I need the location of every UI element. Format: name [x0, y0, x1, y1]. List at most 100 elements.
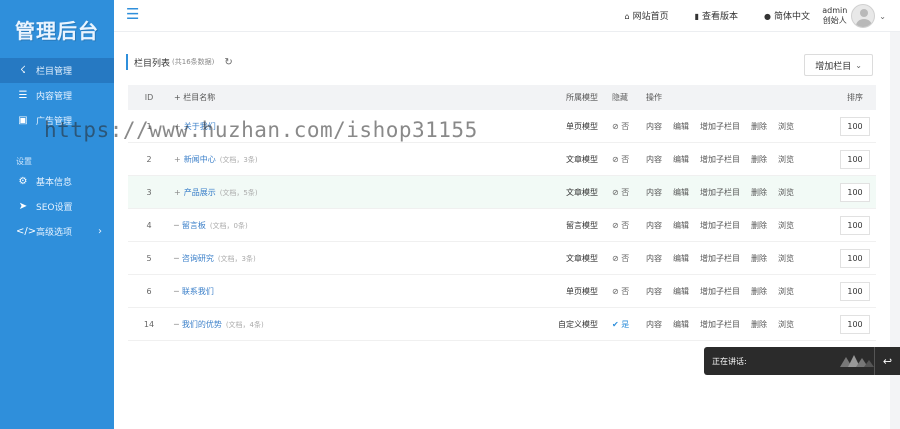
edit-link[interactable]: 编辑 [673, 187, 689, 198]
edit-link[interactable]: 编辑 [673, 220, 689, 231]
sidebar-item-advanced[interactable]: </> 高级选项 › [0, 219, 114, 244]
delete-link[interactable]: 删除 [751, 154, 767, 165]
expand-toggle[interactable]: ─ [174, 254, 179, 263]
expand-toggle[interactable]: ─ [174, 287, 179, 296]
edit-link[interactable]: 编辑 [673, 286, 689, 297]
expand-toggle[interactable]: ─ [174, 221, 179, 230]
add-subcolumn-link[interactable]: 增加子栏目 [700, 187, 740, 198]
row-actions: 内容 编辑 增加子栏目 删除 浏览 [644, 121, 834, 132]
sidebar-item-seo[interactable]: ➤ SEO设置 [0, 194, 114, 219]
browse-link[interactable]: 浏览 [778, 220, 794, 231]
refresh-icon[interactable]: ↻ [224, 57, 232, 68]
sidebar-item-label: 内容管理 [36, 92, 73, 102]
content-link[interactable]: 内容 [646, 253, 662, 264]
header-id: ID [144, 93, 154, 102]
content-link[interactable]: 内容 [646, 154, 662, 165]
delete-link[interactable]: 删除 [751, 121, 767, 132]
watermark: https://www.huzhan.com/ishop31155 [44, 118, 478, 142]
row-hidden-toggle[interactable]: ⊘ 否 [602, 286, 644, 297]
browse-link[interactable]: 浏览 [778, 286, 794, 297]
column-name-link[interactable]: 新闻中心 [184, 155, 216, 164]
edit-link[interactable]: 编辑 [673, 154, 689, 165]
column-name-link[interactable]: 我们的优势 [182, 320, 222, 329]
sidebar-item-basic-info[interactable]: ⚙ 基本信息 [0, 169, 114, 194]
delete-link[interactable]: 删除 [751, 286, 767, 297]
ban-icon: ⊘ [612, 286, 619, 296]
content-link[interactable]: 内容 [646, 319, 662, 330]
add-subcolumn-link[interactable]: 增加子栏目 [700, 319, 740, 330]
sidebar-item-content[interactable]: ☰ 内容管理 [0, 83, 114, 108]
row-hidden-toggle[interactable]: ⊘ 否 [602, 121, 644, 132]
sidebar-item-columns[interactable]: ☇ 栏目管理 [0, 58, 114, 83]
add-subcolumn-link[interactable]: 增加子栏目 [700, 121, 740, 132]
row-hidden-toggle[interactable]: ⊘ 否 [602, 187, 644, 198]
reply-icon[interactable]: ↩ [874, 347, 900, 375]
panel-header: 栏目列表 (共16条数据) ↻ [126, 54, 233, 70]
user-role: 创始人 [822, 16, 847, 25]
ban-icon: ⊘ [612, 187, 619, 197]
edit-link[interactable]: 编辑 [673, 253, 689, 264]
language-link[interactable]: ● 简体中文 [764, 9, 810, 22]
sort-order-input[interactable]: 100 [840, 215, 870, 235]
browse-link[interactable]: 浏览 [778, 154, 794, 165]
voice-chat-widget[interactable]: 正在讲话: ↩ [704, 347, 900, 375]
column-name-link[interactable]: 留言板 [182, 221, 206, 230]
sort-order-input[interactable]: 100 [840, 116, 870, 136]
version-link[interactable]: ▮ 查看版本 [695, 9, 738, 22]
header-name[interactable]: + 栏目名称 [170, 92, 548, 103]
add-subcolumn-link[interactable]: 增加子栏目 [700, 220, 740, 231]
row-actions: 内容 编辑 增加子栏目 删除 浏览 [644, 253, 834, 264]
add-subcolumn-link[interactable]: 增加子栏目 [700, 154, 740, 165]
edit-link[interactable]: 编辑 [673, 121, 689, 132]
panel-record-count: (共16条数据) [172, 58, 215, 66]
expand-toggle[interactable]: + [174, 188, 181, 197]
browse-link[interactable]: 浏览 [778, 319, 794, 330]
column-meta: (文档，0条) [209, 221, 248, 230]
sort-order-input[interactable]: 100 [840, 149, 870, 169]
image-icon: ▣ [18, 115, 28, 126]
sort-order-input[interactable]: 100 [840, 248, 870, 268]
browse-link[interactable]: 浏览 [778, 121, 794, 132]
browse-link[interactable]: 浏览 [778, 253, 794, 264]
sort-order-input[interactable]: 100 [840, 281, 870, 301]
expand-toggle[interactable]: ─ [174, 320, 179, 329]
row-hidden-toggle[interactable]: ✔ 是 [602, 319, 644, 330]
content-link[interactable]: 内容 [646, 121, 662, 132]
expand-toggle[interactable]: + [174, 155, 181, 164]
home-link[interactable]: ⌂ 网站首页 [624, 9, 668, 22]
add-subcolumn-link[interactable]: 增加子栏目 [700, 286, 740, 297]
row-name-cell: ─ 咨询研究 (文档，3条) [170, 253, 548, 264]
menu-toggle-icon[interactable]: ☰ [126, 7, 139, 22]
column-name-link[interactable]: 产品展示 [184, 188, 216, 197]
delete-link[interactable]: 删除 [751, 253, 767, 264]
row-hidden-label: 否 [621, 220, 630, 230]
app-logo: 管理后台 [15, 18, 99, 43]
delete-link[interactable]: 删除 [751, 187, 767, 198]
edit-link[interactable]: 编辑 [673, 319, 689, 330]
content-link[interactable]: 内容 [646, 286, 662, 297]
content-link[interactable]: 内容 [646, 187, 662, 198]
column-name-link[interactable]: 联系我们 [182, 287, 214, 296]
table-row: 4 ─ 留言板 (文档，0条) 留言模型 ⊘ 否内容 编辑 增加子栏目 删除 浏览 100 [128, 209, 876, 242]
content-link[interactable]: 内容 [646, 220, 662, 231]
column-name-link[interactable]: 咨询研究 [182, 254, 214, 263]
delete-link[interactable]: 删除 [751, 319, 767, 330]
sort-order-input[interactable]: 100 [840, 182, 870, 202]
row-name-cell: + 新闻中心 (文档，3条) [170, 154, 548, 165]
top-links: ⌂ 网站首页 ▮ 查看版本 ● 简体中文 [624, 9, 810, 22]
add-subcolumn-link[interactable]: 增加子栏目 [700, 253, 740, 264]
ban-icon: ⊘ [612, 220, 619, 230]
row-name-cell: + 产品展示 (文档，5条) [170, 187, 548, 198]
sitemap-icon: ☇ [20, 65, 26, 76]
header-ops: 操作 [646, 93, 662, 102]
user-menu[interactable]: admin 创始人 ⌄ [822, 4, 886, 28]
delete-link[interactable]: 删除 [751, 220, 767, 231]
avatar[interactable] [851, 4, 876, 28]
sort-order-input[interactable]: 100 [840, 314, 870, 334]
add-column-button[interactable]: 增加栏目 ⌄ [804, 54, 873, 76]
row-id: 14 [143, 319, 155, 329]
row-hidden-toggle[interactable]: ⊘ 否 [602, 220, 644, 231]
browse-link[interactable]: 浏览 [778, 187, 794, 198]
row-hidden-toggle[interactable]: ⊘ 否 [602, 253, 644, 264]
row-hidden-toggle[interactable]: ⊘ 否 [602, 154, 644, 165]
